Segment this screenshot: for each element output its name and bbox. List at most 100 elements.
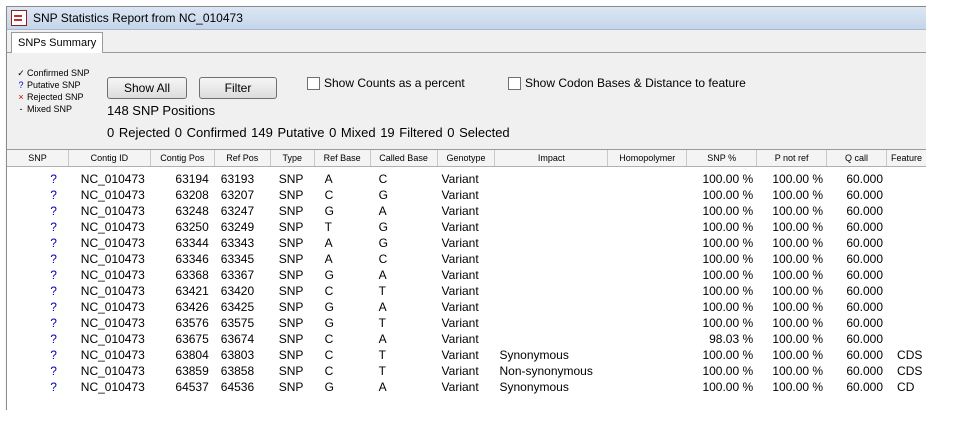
q-call-cell: 60.000 <box>846 252 884 266</box>
impact-cell: Synonymous <box>499 348 569 362</box>
table-row[interactable]: ? NC_010473 63248 63247 SNP G A Variant 100.00 %… <box>7 203 927 219</box>
ref-base-cell: C <box>324 284 334 298</box>
snp-legend: ✓ Confirmed SNP ? Putative SNP × Rejecte… <box>15 67 89 115</box>
table-row[interactable]: ? NC_010473 63421 63420 SNP C T Variant 100.00 %… <box>7 283 927 299</box>
table-row[interactable]: ? NC_010473 63675 63674 SNP C A Variant 98.03 % 1… <box>7 331 927 347</box>
column-header-impact[interactable]: Impact <box>495 150 609 166</box>
ref-base-cell: G <box>324 204 335 218</box>
ref-pos-cell: 63367 <box>220 268 255 282</box>
column-header-type[interactable]: Type <box>271 150 315 166</box>
snp-status-cell: ? <box>50 172 57 186</box>
p-not-ref-cell: 100.00 % <box>772 348 824 362</box>
codon-bases-checkbox[interactable]: Show Codon Bases & Distance to feature <box>508 76 746 90</box>
checkbox-box[interactable] <box>307 76 320 90</box>
snp-percent-cell: 100.00 % <box>702 204 754 218</box>
impact-cell <box>495 235 608 251</box>
contig-pos-cell: 63194 <box>175 172 209 186</box>
table-row[interactable]: ? NC_010473 63208 63207 SNP C G Variant 100.00 %… <box>7 187 927 203</box>
table-row[interactable]: ? NC_010473 64537 64536 SNP G A Variant Synonymo… <box>7 379 927 395</box>
column-header-ref-pos[interactable]: Ref Pos <box>215 150 271 166</box>
ref-base-cell: G <box>324 380 335 394</box>
q-call-cell: 60.000 <box>846 236 884 250</box>
counts-percent-checkbox[interactable]: Show Counts as a percent <box>307 76 465 90</box>
contig-id-cell: NC_010473 <box>80 220 145 234</box>
ref-pos-cell: 63249 <box>220 220 255 234</box>
table-row[interactable]: ? NC_010473 63344 63343 SNP A G Variant 100.00 %… <box>7 235 927 251</box>
feature-cell: CDS <box>897 348 923 362</box>
ref-pos-cell: 63575 <box>220 316 255 330</box>
p-not-ref-cell: 100.00 % <box>772 284 824 298</box>
type-cell: SNP <box>278 236 304 250</box>
homopolymer-cell <box>608 219 687 235</box>
called-base-cell: A <box>378 204 387 218</box>
snp-status-cell: ? <box>50 348 57 362</box>
homopolymer-cell <box>608 347 687 363</box>
type-cell: SNP <box>278 380 304 394</box>
table-row[interactable]: ? NC_010473 63368 63367 SNP G A Variant 100.00 %… <box>7 267 927 283</box>
tab-strip: SNPs Summary <box>7 30 927 53</box>
genotype-cell: Variant <box>441 380 479 394</box>
impact-cell <box>495 267 608 283</box>
tab-snps-summary[interactable]: SNPs Summary <box>11 32 104 53</box>
column-header-snp[interactable]: SNP <box>7 150 69 166</box>
column-header-snp-percent[interactable]: SNP % <box>687 150 758 166</box>
column-header-ref-base[interactable]: Ref Base <box>315 150 371 166</box>
called-base-cell: C <box>378 172 388 186</box>
called-base-cell: G <box>378 188 388 202</box>
filter-button[interactable]: Filter <box>199 77 277 99</box>
impact-cell <box>495 171 608 187</box>
table-row[interactable]: ? NC_010473 63804 63803 SNP C T Variant Synonymo… <box>7 347 927 363</box>
q-call-cell: 60.000 <box>846 268 884 282</box>
table-row[interactable]: ? NC_010473 63426 63425 SNP G A Variant 100.00 %… <box>7 299 927 315</box>
p-not-ref-cell: 100.00 % <box>772 172 824 186</box>
snp-status-cell: ? <box>50 332 57 346</box>
status-counts: 0 Rejected 0 Confirmed 149 Putative 0 Mi… <box>107 125 510 140</box>
column-header-feature[interactable]: Feature <box>887 150 927 166</box>
checkbox-box[interactable] <box>508 76 521 90</box>
column-header-p-not-ref[interactable]: P not ref <box>757 150 828 166</box>
show-all-button[interactable]: Show All <box>107 77 187 99</box>
contig-id-cell: NC_010473 <box>80 236 145 250</box>
ref-base-cell: A <box>324 172 333 186</box>
feature-cell <box>887 299 927 315</box>
feature-cell <box>887 171 927 187</box>
ref-base-cell: G <box>324 300 335 314</box>
column-header-contig-id[interactable]: Contig ID <box>69 150 151 166</box>
contig-pos-cell: 63346 <box>175 252 209 266</box>
snp-percent-cell: 100.00 % <box>702 300 754 314</box>
homopolymer-cell <box>608 331 687 347</box>
column-header-genotype[interactable]: Genotype <box>438 150 496 166</box>
column-header-homopolymer[interactable]: Homopolymer <box>608 150 688 166</box>
genotype-cell: Variant <box>441 332 479 346</box>
snp-percent-cell: 100.00 % <box>702 316 754 330</box>
column-header-called-base[interactable]: Called Base <box>371 150 438 166</box>
ref-pos-cell: 63345 <box>220 252 255 266</box>
table-row[interactable]: ? NC_010473 63859 63858 SNP C T Variant Non-syno… <box>7 363 927 379</box>
snp-percent-cell: 100.00 % <box>702 348 754 362</box>
ref-pos-cell: 63193 <box>220 172 255 186</box>
contig-pos-cell: 63421 <box>175 284 209 298</box>
column-header-contig-pos[interactable]: Contig Pos <box>151 150 215 166</box>
snp-status-cell: ? <box>50 236 57 250</box>
snp-percent-cell: 100.00 % <box>702 220 754 234</box>
snp-status-cell: ? <box>50 316 57 330</box>
column-header-q-call[interactable]: Q call <box>827 150 888 166</box>
snp-percent-cell: 100.00 % <box>702 380 754 394</box>
snp-status-cell: ? <box>50 380 57 394</box>
ref-pos-cell: 64536 <box>220 380 255 394</box>
table-row[interactable]: ? NC_010473 63346 63345 SNP A C Variant 100.00 %… <box>7 251 927 267</box>
called-base-cell: T <box>378 316 386 330</box>
table-row[interactable]: ? NC_010473 63576 63575 SNP G T Variant 100.00 %… <box>7 315 927 331</box>
genotype-cell: Variant <box>441 204 479 218</box>
checkbox-label: Show Codon Bases & Distance to feature <box>525 76 746 90</box>
question-icon: ? <box>18 80 24 90</box>
called-base-cell: C <box>378 252 388 266</box>
table-row[interactable]: ? NC_010473 63194 63193 SNP A C Variant 100.00 %… <box>7 171 927 187</box>
homopolymer-cell <box>608 283 687 299</box>
snp-positions-count: 148 SNP Positions <box>107 103 216 118</box>
snp-percent-cell: 100.00 % <box>702 284 754 298</box>
torn-edge-bottom <box>0 410 956 434</box>
table-row[interactable]: ? NC_010473 63250 63249 SNP T G Variant 100.00 %… <box>7 219 927 235</box>
genotype-cell: Variant <box>441 252 479 266</box>
called-base-cell: G <box>378 236 388 250</box>
